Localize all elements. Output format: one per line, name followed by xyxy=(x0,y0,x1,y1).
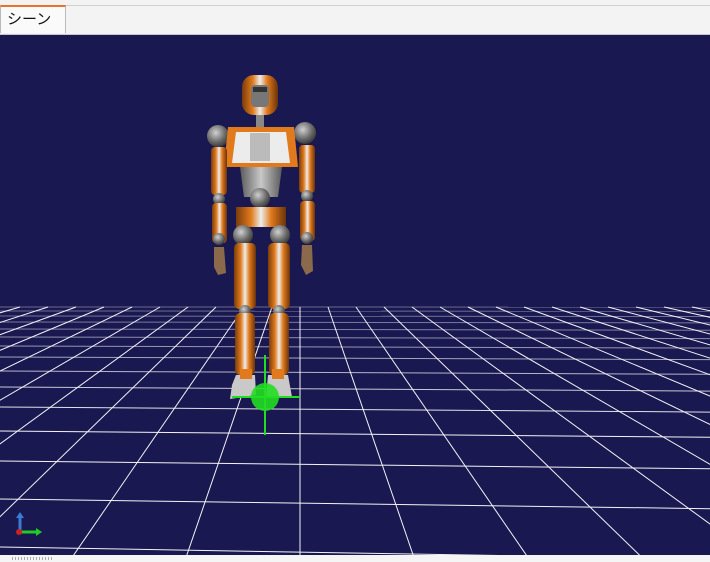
tab-scene-label: シーン xyxy=(7,10,52,28)
robot-arm-right xyxy=(299,145,315,275)
robot-head xyxy=(242,75,278,127)
robot-shoulder-left xyxy=(207,125,229,147)
tab-bar: シーン xyxy=(0,0,710,35)
scene-canvas xyxy=(0,75,710,555)
tab-bar-divider xyxy=(66,5,710,6)
floor-grid xyxy=(0,306,710,555)
robot-torso xyxy=(224,127,298,227)
status-bar xyxy=(0,555,710,562)
axis-indicator xyxy=(16,512,42,536)
scene-viewport[interactable] xyxy=(0,35,710,555)
robot-leg-right xyxy=(266,243,292,397)
tab-scene[interactable]: シーン xyxy=(0,5,66,33)
robot-shoulder-right xyxy=(294,122,316,144)
resize-grip[interactable] xyxy=(12,557,52,560)
robot-hip-left xyxy=(233,225,253,245)
robot-arm-left xyxy=(211,147,227,275)
robot-hip-right xyxy=(270,225,290,245)
